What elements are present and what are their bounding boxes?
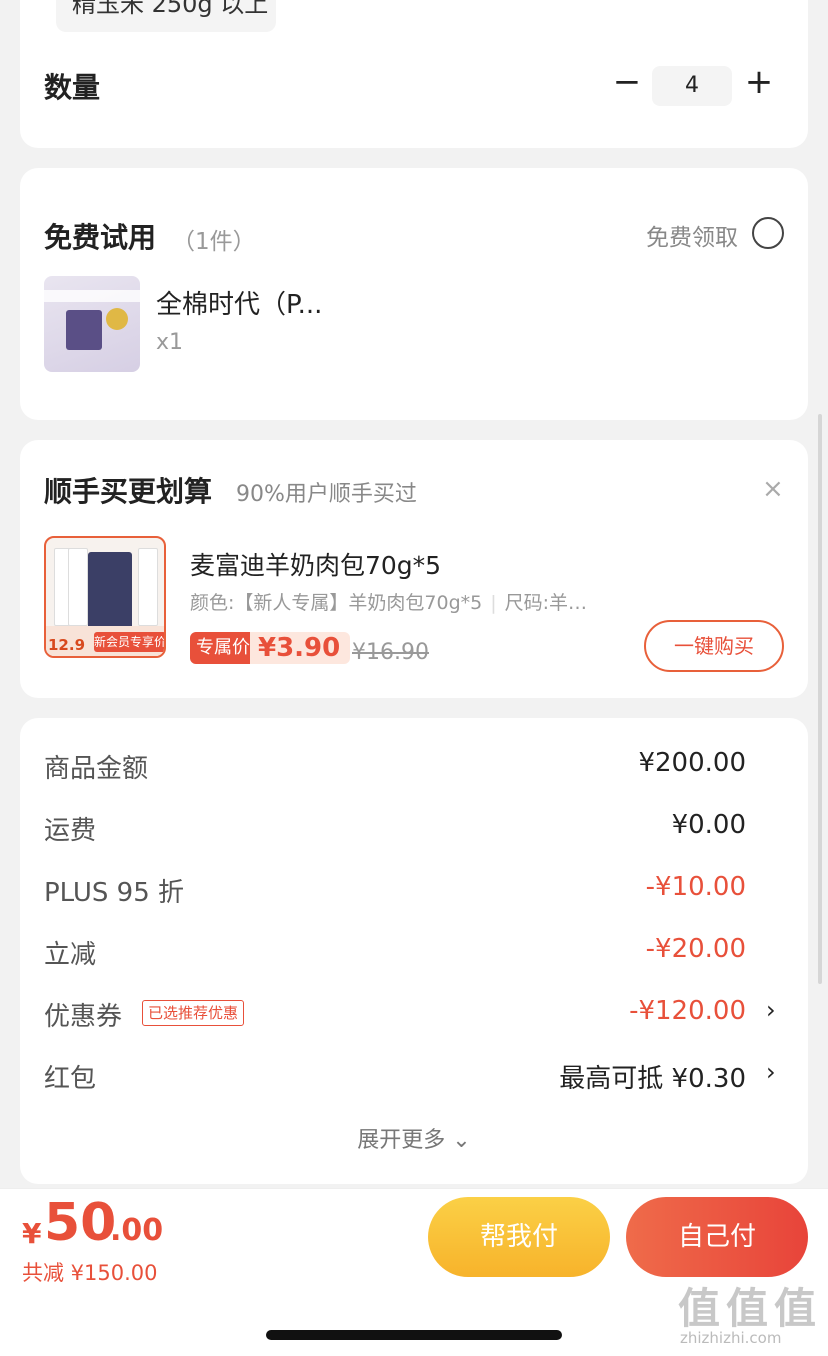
image-pack-main (88, 552, 132, 630)
plus-discount-label: PLUS 95 折 (44, 878, 185, 908)
help-pay-button[interactable]: 帮我付 (428, 1197, 610, 1277)
free-trial-count: （1件） (172, 229, 256, 255)
coupon-badge: 已选推荐优惠 (142, 1000, 245, 1026)
spec-chip-label: 精玉米 250g 以上 (72, 0, 269, 18)
red-packet-value[interactable]: 最高可抵 ¥0.30 (559, 1058, 746, 1095)
image-tag: 新会员专享价 (94, 632, 164, 652)
quantity-minus-button[interactable]: − (612, 62, 642, 102)
upsell-product-name[interactable]: 麦富迪羊奶肉包70g*5 (190, 546, 441, 582)
image-band (44, 290, 140, 302)
free-trial-title: 免费试用 (44, 221, 157, 254)
total-currency: ¥ (22, 1217, 42, 1250)
image-price: 12.9 (48, 636, 86, 654)
coupon-label[interactable]: 优惠券 (44, 996, 122, 1033)
image-pack (138, 548, 158, 626)
quantity-input[interactable]: 4 (652, 66, 732, 106)
spec-size: 尺码:羊… (504, 592, 588, 614)
scrollbar[interactable] (818, 414, 822, 984)
quantity-card: 精玉米 250g 以上 数量 − 4 + (20, 0, 808, 148)
watermark-char: 值 (774, 1284, 817, 1333)
image-badge (106, 308, 128, 330)
image-pack (68, 548, 88, 626)
image-box (66, 310, 102, 350)
spec-divider: | (490, 592, 497, 614)
coupon-value[interactable]: -¥120.00 (629, 996, 746, 1026)
checkout-bar: ¥ 50 .00 共减 ¥150.00 帮我付 自己付 值 值 值 zhizhi… (0, 1188, 828, 1356)
total-saved: 共减 ¥150.00 (22, 1261, 158, 1285)
free-trial-claim-label[interactable]: 免费领取 (646, 218, 738, 252)
chevron-right-icon[interactable]: › (766, 1058, 776, 1086)
free-trial-product-name[interactable]: 全棉时代（P... (156, 284, 322, 321)
watermark-url: zhizhizhi.com (680, 1329, 782, 1347)
upsell-subtitle: 90%用户顺手买过 (236, 482, 417, 507)
self-pay-button[interactable]: 自己付 (626, 1197, 808, 1277)
expand-more-button[interactable]: 展开更多 ⌄ (20, 1122, 808, 1154)
watermark-char: 值 (678, 1284, 721, 1333)
exclusive-price-tag: 专属价 (190, 632, 256, 664)
watermark-char: 值 (726, 1284, 769, 1333)
shipping-value: ¥0.00 (671, 810, 746, 840)
free-trial-product-image[interactable] (44, 276, 140, 372)
upsell-title: 顺手买更划算 (44, 475, 213, 508)
free-trial-radio[interactable] (752, 217, 784, 249)
shipping-label: 运费 (44, 816, 97, 846)
plus-discount-value: -¥10.00 (645, 872, 746, 902)
total-integer: 50 (44, 1193, 117, 1253)
free-trial-product-qty: x1 (156, 330, 184, 355)
instant-discount-label: 立减 (44, 940, 97, 970)
free-trial-card: 免费试用 （1件） 免费领取 全棉时代（P... x1 (20, 168, 808, 420)
quantity-plus-button[interactable]: + (742, 62, 776, 102)
quantity-label: 数量 (44, 71, 101, 104)
one-click-buy-button[interactable]: 一键购买 (644, 620, 784, 672)
spec-color: 颜色:【新人专属】羊奶肉包70g*5 (190, 592, 483, 614)
close-icon[interactable]: × (762, 476, 784, 502)
chevron-right-icon[interactable]: › (766, 996, 776, 1024)
red-packet-label[interactable]: 红包 (44, 1058, 96, 1095)
spec-chip[interactable]: 精玉米 250g 以上 (56, 0, 276, 32)
upsell-original-price: ¥16.90 (352, 640, 429, 665)
instant-discount-value: -¥20.00 (645, 934, 746, 964)
watermark: 值 值 值 zhizhizhi.com (676, 1275, 826, 1355)
upsell-product-spec: 颜色:【新人专属】羊奶肉包70g*5 | 尺码:羊… (190, 588, 587, 615)
total-decimal: .00 (110, 1213, 164, 1248)
upsell-product-image[interactable]: 12.9 新会员专享价 (44, 536, 166, 658)
price-summary-card: 商品金额 ¥200.00 运费 ¥0.00 PLUS 95 折 -¥10.00 … (20, 718, 808, 1184)
subtotal-label: 商品金额 (44, 754, 149, 784)
subtotal-value: ¥200.00 (638, 748, 746, 778)
upsell-price: ¥3.90 (250, 632, 351, 664)
upsell-card: 顺手买更划算 90%用户顺手买过 × 12.9 新会员专享价 麦富迪羊奶肉包70… (20, 440, 808, 698)
home-indicator (266, 1330, 562, 1340)
